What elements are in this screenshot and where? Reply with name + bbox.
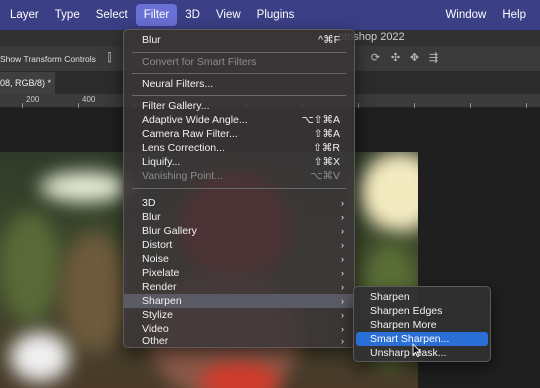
menu-item-label: Liquify... (142, 156, 181, 168)
menu-item-pixelate[interactable]: Pixelate › (124, 266, 354, 280)
menu-view[interactable]: View (208, 4, 249, 26)
bokeh-light (10, 332, 70, 382)
menu-separator (132, 95, 346, 96)
submenu-item-sharpen-edges[interactable]: Sharpen Edges (356, 304, 488, 318)
menu-item-adaptive-wide-angle[interactable]: Adaptive Wide Angle... ⌥⇧⌘A (124, 113, 354, 127)
menu-item-label: Lens Correction... (142, 142, 225, 154)
align-left-icon[interactable]: ⫿ (104, 53, 115, 64)
filter-menu: Blur ^⌘F Convert for Smart Filters Neura… (123, 29, 355, 348)
menu-separator (132, 188, 346, 189)
menu-item-label: Vanishing Point... (142, 170, 223, 182)
menu-item-label: Noise (142, 253, 169, 265)
menu-item-label: Filter Gallery... (142, 100, 210, 112)
menu-item-neural-filters[interactable]: Neural Filters... (124, 77, 354, 91)
menu-filter[interactable]: Filter (135, 4, 178, 26)
menu-item-blur-gallery[interactable]: Blur Gallery › (124, 224, 354, 238)
menu-item-label: Blur (142, 211, 161, 223)
submenu-arrow-icon: › (341, 296, 344, 306)
menu-item-liquify[interactable]: Liquify... ⇧⌘X (124, 155, 354, 169)
menu-help[interactable]: Help (494, 4, 534, 26)
menu-item-render[interactable]: Render › (124, 280, 354, 294)
menu-type[interactable]: Type (47, 4, 88, 26)
submenu-arrow-icon: › (341, 212, 344, 222)
menu-item-convert-smart-filters: Convert for Smart Filters (124, 55, 354, 69)
menu-item-label: Sharpen (142, 295, 182, 307)
menu-item-label: Stylize (142, 309, 173, 321)
submenu-arrow-icon: › (341, 282, 344, 292)
bokeh-light (40, 172, 130, 202)
foliage-blur (0, 212, 60, 322)
menu-separator (132, 52, 346, 53)
menu-item-lens-correction[interactable]: Lens Correction... ⇧⌘R (124, 141, 354, 155)
submenu-item-unsharp-mask[interactable]: Unsharp Mask... (356, 346, 488, 360)
submenu-arrow-icon: › (341, 268, 344, 278)
menu-item-label: Camera Raw Filter... (142, 128, 238, 140)
shortcut-label: ⌥⇧⌘A (301, 114, 340, 126)
submenu-arrow-icon: › (341, 336, 344, 346)
menu-bar: Layer Type Select Filter 3D View Plugins… (0, 0, 540, 30)
ruler-tick-label: 400 (82, 95, 96, 104)
orbit-3d-icon[interactable]: ✣ (390, 53, 401, 64)
slide-3d-icon[interactable]: ⇶ (428, 53, 439, 64)
sharpen-submenu: Sharpen Sharpen Edges Sharpen More Smart… (353, 286, 491, 362)
background-blur (60, 232, 130, 352)
menu-item-label: 3D (142, 197, 156, 209)
menu-item-label: Convert for Smart Filters (142, 56, 257, 68)
menu-item-sharpen[interactable]: Sharpen › (124, 294, 354, 308)
shortcut-label: ⌥⌘V (310, 170, 340, 182)
menu-item-3d[interactable]: 3D › (124, 196, 354, 210)
menu-item-blur[interactable]: Blur › (124, 210, 354, 224)
show-transform-controls-label[interactable]: Show Transform Controls (0, 54, 96, 64)
menu-layer[interactable]: Layer (2, 4, 47, 26)
menu-item-label: Other (142, 335, 169, 347)
menu-item-noise[interactable]: Noise › (124, 252, 354, 266)
shortcut-label: ⇧⌘X (313, 156, 340, 168)
menu-item-label: Blur (142, 34, 161, 46)
menu-item-stylize[interactable]: Stylize › (124, 308, 354, 322)
menu-item-last-filter[interactable]: Blur ^⌘F (124, 33, 354, 47)
submenu-arrow-icon: › (341, 198, 344, 208)
menu-item-camera-raw-filter[interactable]: Camera Raw Filter... ⇧⌘A (124, 127, 354, 141)
menu-select[interactable]: Select (88, 4, 136, 26)
menu-item-label: Neural Filters... (142, 78, 214, 90)
submenu-arrow-icon: › (341, 254, 344, 264)
menu-item-other[interactable]: Other › (124, 334, 354, 348)
menu-item-vanishing-point: Vanishing Point... ⌥⌘V (124, 169, 354, 183)
submenu-arrow-icon: › (341, 240, 344, 250)
menu-separator (132, 73, 346, 74)
mouse-pointer-icon (412, 343, 422, 357)
menu-item-label: Adaptive Wide Angle... (142, 114, 248, 126)
document-tab[interactable]: 08, RGB/8) * (0, 72, 55, 94)
pan-3d-icon[interactable]: ✥ (409, 53, 420, 64)
menu-item-label: Blur Gallery (142, 225, 197, 237)
menu-item-filter-gallery[interactable]: Filter Gallery... (124, 99, 354, 113)
menu-3d[interactable]: 3D (177, 4, 208, 26)
bokeh-light (360, 152, 418, 232)
shortcut-label: ⇧⌘A (313, 128, 340, 140)
shortcut-label: ⇧⌘R (313, 142, 340, 154)
submenu-arrow-icon: › (341, 226, 344, 236)
menu-plugins[interactable]: Plugins (249, 4, 303, 26)
menu-item-label: Pixelate (142, 267, 180, 279)
menu-window[interactable]: Window (437, 4, 494, 26)
submenu-item-sharpen[interactable]: Sharpen (356, 290, 488, 304)
submenu-arrow-icon: › (341, 310, 344, 320)
ruler-tick-label: 200 (26, 95, 40, 104)
rotate-3d-icon[interactable]: ⟳ (370, 53, 381, 64)
menu-item-label: Render (142, 281, 177, 293)
submenu-item-sharpen-more[interactable]: Sharpen More (356, 318, 488, 332)
menu-item-label: Distort (142, 239, 173, 251)
shortcut-label: ^⌘F (318, 34, 340, 46)
submenu-item-smart-sharpen[interactable]: Smart Sharpen... (356, 332, 488, 346)
menu-item-distort[interactable]: Distort › (124, 238, 354, 252)
